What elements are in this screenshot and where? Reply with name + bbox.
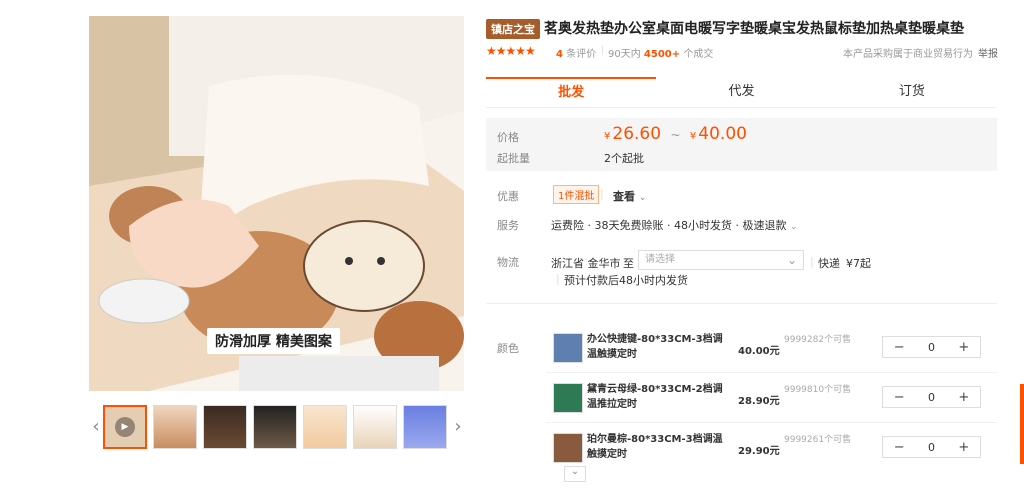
promo-divider: | <box>600 187 604 200</box>
period-label: 90天内 <box>608 49 641 60</box>
sku-name: 珀尔曼棕-80*33CM-3档调温触摸定时 <box>587 434 723 460</box>
sku-price: 40.00元 <box>738 346 780 357</box>
thumbnail-prev-arrow[interactable]: ‹ <box>89 405 103 449</box>
meta-divider: | <box>601 45 605 56</box>
moq-value: 2个起批 <box>604 152 644 165</box>
sold-label: 个成交 <box>683 49 714 60</box>
destination-placeholder: 请选择 <box>645 254 675 265</box>
chevron-down-icon: ⌄ <box>789 222 798 232</box>
image-caption: 防滑加厚 精美图案 <box>207 328 340 354</box>
thumbnail-image[interactable] <box>303 405 347 449</box>
moq-label: 起批量 <box>497 152 530 165</box>
thumbnail-image[interactable] <box>153 405 197 449</box>
quantity-stepper: − 0 + <box>882 336 981 358</box>
sku-stock: 9999810个可售 <box>784 385 852 395</box>
thumbnail-image[interactable] <box>203 405 247 449</box>
ship-time-note: 预计付款后48小时内发货 <box>564 274 688 287</box>
quantity-value[interactable]: 0 <box>915 391 947 404</box>
sku-thumbnail[interactable] <box>553 383 583 413</box>
expand-more-chevron-icon[interactable]: ⌄ <box>564 466 586 482</box>
sku-divider <box>546 422 997 423</box>
service-label: 服务 <box>497 219 519 232</box>
business-note: 本产品采购属于商业贸易行为 <box>843 49 973 60</box>
page-scroll-indicator[interactable] <box>1020 384 1024 464</box>
increment-button[interactable]: + <box>948 390 980 405</box>
review-count: 4 <box>556 49 563 60</box>
sku-name: 黛青云母绿-80*33CM-2档调温推拉定时 <box>587 384 723 410</box>
chevron-down-icon: ⌄ <box>638 193 647 203</box>
review-summary[interactable]: 4 条评价 <box>556 45 596 60</box>
service-list[interactable]: 运费险 · 38天免费赊账 · 48小时发货 · 极速退款 ⌄ <box>551 217 798 233</box>
increment-button[interactable]: + <box>948 440 980 455</box>
purchase-mode-tabs: 批发 代发 订货 <box>486 77 997 108</box>
currency-symbol: ¥ <box>689 131 697 142</box>
thumbnail-video[interactable]: ▶ <box>103 405 147 449</box>
tab-order[interactable]: 订货 <box>827 77 997 107</box>
product-title: 茗奥发热垫办公室桌面电暖写字垫暖桌宝发热鼠标垫加热桌垫暖桌垫 <box>544 21 964 37</box>
decrement-button[interactable]: − <box>883 440 915 455</box>
promo-view-label: 查看 <box>613 190 635 203</box>
sku-price: 29.90元 <box>738 446 780 457</box>
chevron-down-icon: ⌄ <box>786 253 797 267</box>
sku-divider <box>546 372 997 373</box>
report-link[interactable]: 举报 <box>978 45 998 60</box>
quantity-stepper: − 0 + <box>882 386 981 408</box>
currency-symbol: ¥ <box>604 131 611 142</box>
price-range: ¥26.60 ~ ¥40.00 <box>604 124 747 144</box>
thumbnail-image[interactable] <box>253 405 297 449</box>
price-separator: ~ <box>670 128 681 142</box>
sku-price: 28.90元 <box>738 396 780 407</box>
review-label: 条评价 <box>566 49 597 60</box>
logistics-label: 物流 <box>497 256 519 269</box>
main-product-image[interactable]: 防滑加厚 精美图案 <box>89 16 464 391</box>
sku-thumbnail[interactable] <box>553 433 583 463</box>
sku-stock: 9999282个可售 <box>784 335 852 345</box>
price-max: 40.00 <box>698 124 747 144</box>
color-label: 颜色 <box>497 342 519 355</box>
rating-stars: ★★★★★ <box>486 44 536 58</box>
quantity-value[interactable]: 0 <box>915 341 947 354</box>
sku-name: 办公快捷键-80*33CM-3档调温触摸定时 <box>587 334 723 360</box>
sold-count: 4500+ <box>643 49 681 60</box>
thumbnail-image[interactable] <box>403 405 447 449</box>
tab-wholesale[interactable]: 批发 <box>486 77 657 107</box>
decrement-button[interactable]: − <box>883 340 915 355</box>
quantity-value[interactable]: 0 <box>915 441 947 454</box>
promo-view-link[interactable]: 查看 ⌄ <box>613 188 646 204</box>
logistics-divider: | <box>810 255 814 268</box>
price-min: 26.60 <box>612 124 662 144</box>
increment-button[interactable]: + <box>948 340 980 355</box>
sales-summary: 90天内 4500+ 个成交 <box>608 45 713 60</box>
ship-to-label: 至 <box>623 257 634 270</box>
mixed-batch-tag: 1件混批 <box>553 185 600 204</box>
thumbnail-next-arrow[interactable]: › <box>451 405 465 449</box>
tab-dropship[interactable]: 代发 <box>656 77 826 107</box>
ship-method: 快递 <box>818 257 840 270</box>
ship-origin: 浙江省 金华市 <box>551 257 621 270</box>
logistics-note-divider: | <box>556 272 560 285</box>
promo-label: 优惠 <box>497 190 519 203</box>
thumbnail-image[interactable] <box>353 405 397 449</box>
quantity-stepper: − 0 + <box>882 436 981 458</box>
sku-stock: 9999261个可售 <box>784 435 852 445</box>
sku-thumbnail[interactable] <box>553 333 583 363</box>
section-divider <box>486 303 997 304</box>
ship-fee: ¥7起 <box>846 257 871 270</box>
store-treasure-badge: 镇店之宝 <box>486 19 540 39</box>
price-label: 价格 <box>497 131 519 144</box>
destination-select[interactable]: 请选择 ⌄ <box>638 250 804 270</box>
play-icon: ▶ <box>115 417 135 437</box>
decrement-button[interactable]: − <box>883 390 915 405</box>
service-text: 运费险 · 38天免费赊账 · 48小时发货 · 极速退款 <box>551 219 787 232</box>
